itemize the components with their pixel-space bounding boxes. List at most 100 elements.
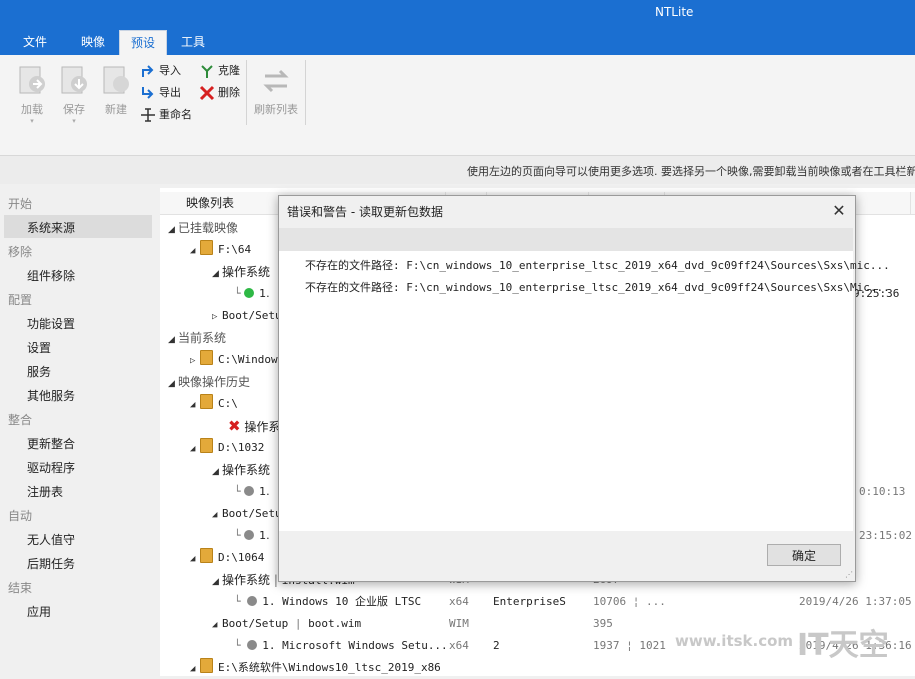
clone-button[interactable]: 克隆 — [199, 62, 240, 80]
nav-item-post-tasks[interactable]: 后期任务 — [27, 555, 75, 572]
collapse-arrow-icon[interactable]: ◢ — [168, 330, 178, 350]
save-button[interactable]: 保存 ▾ — [54, 60, 94, 130]
folder-icon — [200, 548, 213, 563]
item-label: C:\Window — [218, 353, 278, 366]
nav-item-component-remove[interactable]: 组件移除 — [27, 267, 75, 284]
column-header-image-list[interactable]: 映像列表 — [186, 192, 234, 214]
tree-item-f64[interactable]: ◢ F:\64 — [190, 240, 251, 260]
import-button[interactable]: 导入 — [140, 62, 181, 80]
dialog-message-line[interactable]: 不存在的文件路径: F:\cn_windows_10_enterprise_lt… — [305, 257, 890, 273]
collapse-arrow-icon[interactable]: ◢ — [212, 505, 222, 525]
nav-item-registry[interactable]: 注册表 — [27, 483, 63, 500]
row-date: 2019/4/26 1:37:05 — [799, 595, 912, 608]
collapse-arrow-icon[interactable]: ◢ — [212, 572, 222, 592]
table-row[interactable]: └ 1. Microsoft Windows Setu... — [234, 636, 448, 656]
dialog-header-band — [279, 228, 853, 251]
collapse-arrow-icon[interactable]: ◢ — [190, 395, 200, 415]
separator: | — [294, 617, 302, 630]
folder-icon — [200, 394, 213, 409]
dialog-close-icon[interactable]: ✕ — [828, 200, 850, 222]
tree-item-os[interactable]: ◢ 操作系统 — [212, 460, 270, 480]
nav-item-other-services[interactable]: 其他服务 — [27, 387, 75, 404]
ribbon-separator — [305, 60, 306, 125]
tree-item-boot[interactable]: ▷ Boot/Setu — [212, 306, 282, 326]
import-label: 导入 — [159, 64, 181, 77]
refresh-list-button[interactable]: 刷新列表 — [252, 60, 300, 130]
resize-grip-icon[interactable]: ⋰ — [845, 570, 853, 579]
nav-group-remove: 移除 — [8, 245, 33, 259]
tab-presets[interactable]: 预设 — [119, 30, 167, 55]
collapse-arrow-icon[interactable]: ◢ — [212, 462, 222, 482]
rename-button[interactable]: 重命名 — [140, 106, 192, 124]
item-label: 操作系统 — [222, 265, 271, 279]
group-label: 已挂载映像 — [178, 221, 239, 235]
tree-item-e-path[interactable]: ◢ E:\系统软件\Windows10_ltsc_2019_x86 — [190, 658, 441, 678]
nav-item-features[interactable]: 功能设置 — [27, 315, 75, 332]
tree-group-mounted[interactable]: ◢ 已挂载映像 — [168, 218, 238, 238]
row-build: 1937 ¦ 1021 — [593, 639, 666, 652]
tree-item-c-windows[interactable]: ▷ C:\Window — [190, 350, 278, 370]
collapse-arrow-icon[interactable]: ◢ — [190, 659, 200, 679]
nav-item-updates[interactable]: 更新整合 — [27, 435, 75, 452]
expand-arrow-icon[interactable]: ▷ — [190, 351, 200, 371]
tree-item-boot[interactable]: ◢ Boot/Setu — [212, 504, 282, 524]
nav-item-settings[interactable]: 设置 — [27, 339, 51, 356]
expand-arrow-icon[interactable]: ▷ — [212, 307, 222, 327]
ok-button[interactable]: 确定 — [767, 544, 841, 566]
collapse-arrow-icon[interactable]: ◢ — [190, 439, 200, 459]
tab-tools[interactable]: 工具 — [171, 30, 215, 55]
tree-item-os[interactable]: ◢ 操作系统 — [212, 262, 270, 282]
table-row[interactable]: └ 1. — [234, 482, 270, 502]
item-label: Boot/Setup — [222, 617, 289, 630]
tree-item-boot-setup[interactable]: ◢ Boot/Setup | boot.wim — [212, 614, 361, 634]
nav-item-apply[interactable]: 应用 — [27, 603, 51, 620]
tab-image[interactable]: 映像 — [71, 30, 115, 55]
collapse-arrow-icon[interactable]: ◢ — [212, 615, 222, 635]
tree-item-c[interactable]: ◢ C:\ — [190, 394, 238, 414]
nav-item-services[interactable]: 服务 — [27, 363, 51, 380]
export-button[interactable]: 导出 — [140, 84, 181, 102]
delete-button[interactable]: 删除 — [199, 84, 240, 102]
folder-icon — [200, 240, 213, 255]
tree-connector-icon: └ — [234, 529, 245, 542]
error-x-icon: ✖ — [228, 417, 241, 435]
status-dot-icon — [247, 596, 258, 606]
nav-item-source[interactable]: 系统来源 — [27, 219, 75, 236]
row-time: 0:10:13 — [859, 485, 906, 498]
tree-group-history[interactable]: ◢ 映像操作历史 — [168, 372, 250, 392]
dialog-title: 错误和警告 - 读取更新包数据 — [287, 205, 443, 219]
app-title: NTLite — [655, 5, 694, 19]
nav-item-unattended[interactable]: 无人值守 — [27, 531, 75, 548]
rename-label: 重命名 — [159, 108, 192, 121]
item-label: E:\系统软件\Windows10_ltsc_2019_x86 — [218, 661, 441, 674]
load-button[interactable]: 加载 ▾ — [12, 60, 52, 130]
table-row[interactable]: └ 1. Windows 10 企业版 LTSC — [234, 592, 421, 612]
tree-item-os-error[interactable]: ✖ 操作系 — [228, 416, 280, 436]
collapse-arrow-icon[interactable]: ◢ — [168, 374, 178, 394]
tree-item-d1064[interactable]: ◢ D:\1064 — [190, 548, 264, 568]
dropdown-arrow-icon: ▾ — [72, 117, 76, 125]
collapse-arrow-icon[interactable]: ◢ — [168, 220, 178, 240]
collapse-arrow-icon[interactable]: ◢ — [212, 264, 222, 284]
item-label: 1. — [259, 287, 270, 300]
dialog-message-line[interactable]: 不存在的文件路径: F:\cn_windows_10_enterprise_lt… — [305, 279, 890, 295]
nav-item-drivers[interactable]: 驱动程序 — [27, 459, 75, 476]
item-label: 操作系 — [244, 420, 281, 434]
delete-label: 删除 — [218, 86, 240, 99]
item-filename: boot.wim — [308, 617, 362, 630]
collapse-arrow-icon[interactable]: ◢ — [190, 241, 200, 261]
item-label: D:\1032 — [218, 441, 265, 454]
export-arrow-icon — [140, 85, 156, 101]
row-arch: x64 — [449, 639, 469, 652]
tree-group-current[interactable]: ◢ 当前系统 — [168, 328, 226, 348]
collapse-arrow-icon[interactable]: ◢ — [190, 549, 200, 569]
group-label: 当前系统 — [178, 331, 227, 345]
item-label: F:\64 — [218, 243, 252, 256]
tree-item-d1032[interactable]: ◢ D:\1032 — [190, 438, 264, 458]
table-row[interactable]: └ 1. — [234, 526, 270, 546]
tab-file[interactable]: 文件 — [13, 30, 57, 55]
new-button[interactable]: 新建 — [96, 60, 136, 130]
left-nav — [0, 188, 160, 676]
group-label: 映像操作历史 — [178, 375, 251, 389]
table-row[interactable]: └ 1. — [234, 284, 270, 304]
